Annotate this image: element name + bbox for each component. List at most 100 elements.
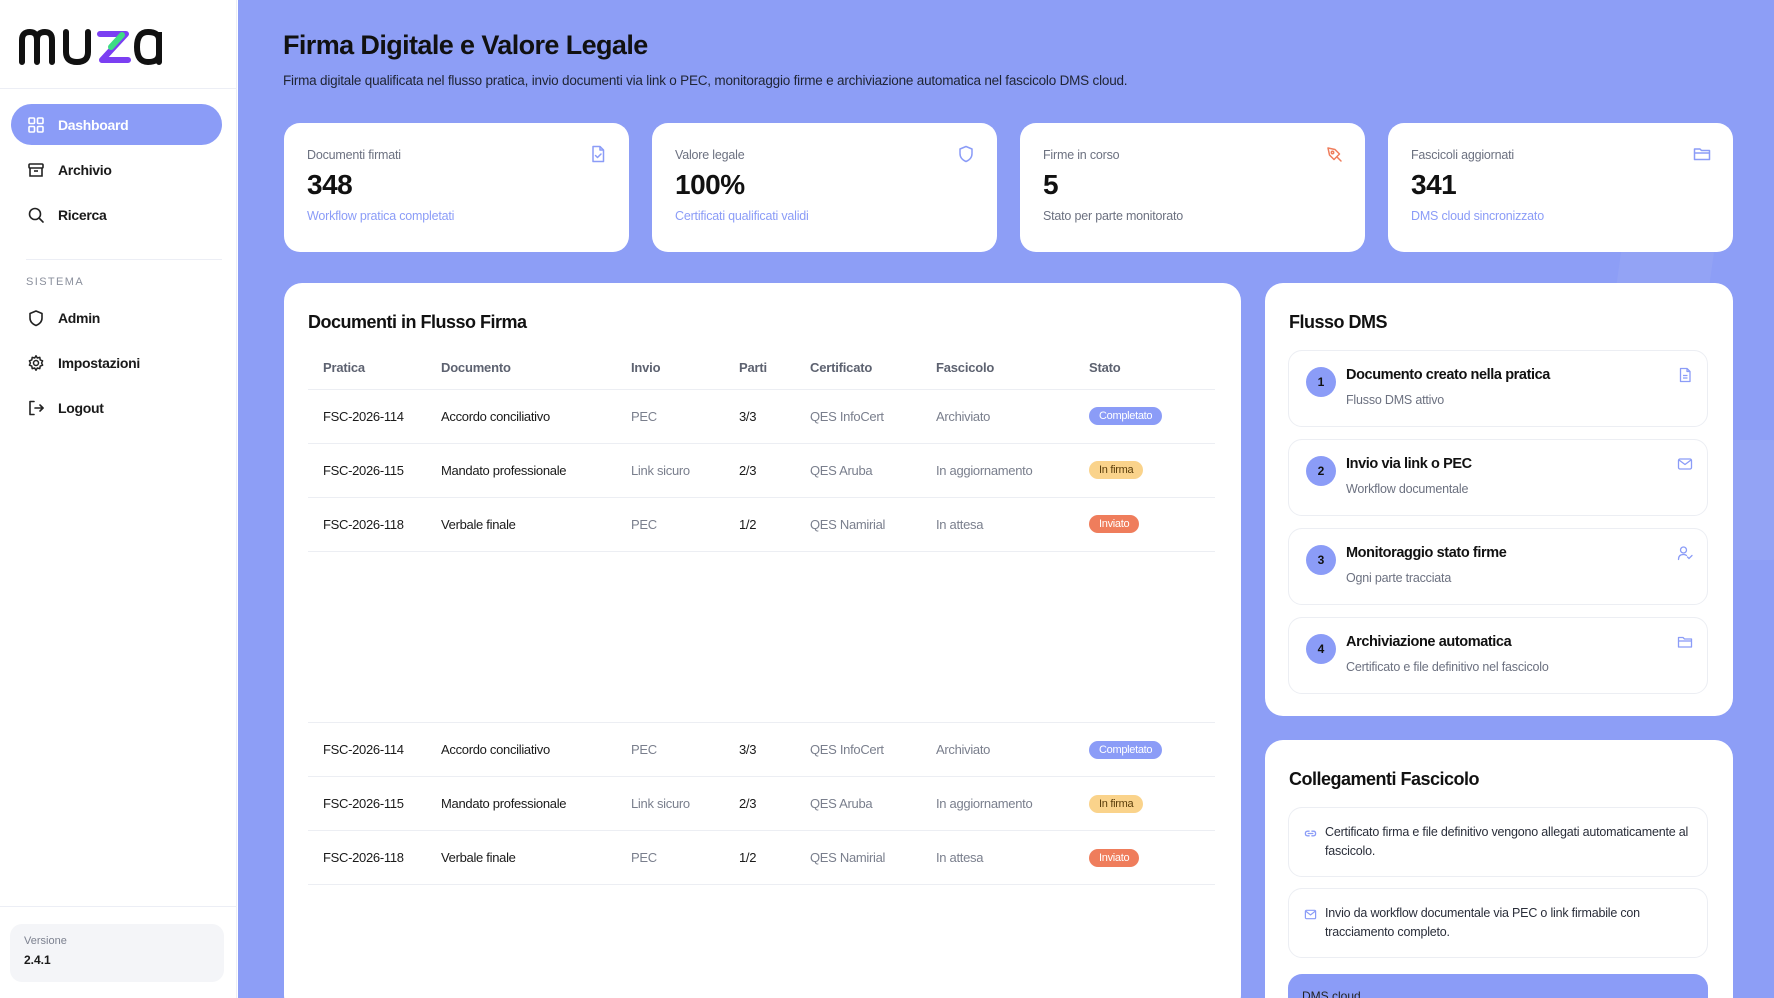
stat-value: 5 [1043,169,1059,200]
stat-card-documenti-firmati[interactable]: Documenti firmati 348 Workflow pratica c… [284,123,629,252]
flow-panel: Flusso DMS 1 Documento creato nella prat… [1265,283,1733,716]
shield-icon [959,145,973,163]
sidebar-item-logout[interactable]: Logout [11,387,222,428]
column-header-documento[interactable]: Documento [441,347,631,390]
cell-invio: PEC [631,722,739,777]
table-row[interactable]: FSC-2026-115 Mandato professionale Link … [308,443,1215,498]
sidebar-item-ricerca[interactable]: Ricerca [11,194,222,235]
step-number: 1 [1306,367,1336,397]
cell-documento: Verbale finale [441,497,631,552]
stat-label: Firme in corso [1043,148,1120,162]
stat-label: Fascicoli aggiornati [1411,148,1514,162]
cell-stato: Completato [1089,389,1215,444]
table-row[interactable]: FSC-2026-118 Verbale finale PEC 1/2 QES … [308,830,1215,885]
cell-parti: 3/3 [739,722,810,777]
cell-certificato: QES Namirial [810,830,936,885]
cell-pratica: FSC-2026-114 [308,389,441,444]
cell-parti: 2/3 [739,443,810,498]
dms-cloud-button[interactable]: DMS cloud [1288,974,1708,998]
flow-step-2[interactable]: 2 Invio via link o PEC Workflow document… [1288,439,1708,516]
column-header-parti[interactable]: Parti [739,347,810,390]
step-title: Invio via link o PEC [1346,456,1472,472]
shield-icon [26,308,46,328]
document-check-icon [592,145,605,163]
sidebar-item-label: Impostazioni [58,354,140,371]
logout-icon [26,398,46,418]
muza-logo[interactable] [18,22,198,66]
section-label-sistema: SISTEMA [26,276,85,288]
cell-fascicolo: In attesa [936,497,1089,552]
table-row[interactable]: FSC-2026-118 Verbale finale PEC 1/2 QES … [308,497,1215,552]
stat-card-fascicoli-aggiornati[interactable]: Fascicoli aggiornati 341 DMS cloud sincr… [1388,123,1733,252]
cell-parti: 1/2 [739,497,810,552]
sidebar-item-admin[interactable]: Admin [11,297,222,338]
cell-invio: PEC [631,389,739,444]
cell-invio: PEC [631,830,739,885]
table-header-row: Pratica Documento Invio Parti Certificat… [308,347,1215,390]
sidebar-item-label: Dashboard [58,116,129,133]
step-title: Documento creato nella pratica [1346,367,1550,383]
flow-step-4[interactable]: 4 Archiviazione automatica Certificato e… [1288,617,1708,694]
link-text: Certificato firma e file definitivo veng… [1325,825,1689,858]
documents-panel: Documenti in Flusso Firma Pratica Docume… [284,283,1241,998]
column-header-certificato[interactable]: Certificato [810,347,936,390]
sidebar-footer-divider [0,906,237,907]
column-header-stato[interactable]: Stato [1089,347,1215,390]
sidebar-item-impostazioni[interactable]: Impostazioni [11,342,222,383]
sidebar-item-label: Ricerca [58,206,107,223]
flow-step-3[interactable]: 3 Monitoraggio stato firme Ogni parte tr… [1288,528,1708,605]
cell-pratica: FSC-2026-118 [308,497,441,552]
cell-stato: Inviato [1089,830,1215,885]
sidebar-item-dashboard[interactable]: Dashboard [11,104,222,145]
cell-certificato: QES Aruba [810,776,936,831]
stat-note: DMS cloud sincronizzato [1411,209,1544,223]
dms-cloud-label: DMS cloud [1302,989,1361,998]
cell-fascicolo: In aggiornamento [936,776,1089,831]
table-row[interactable]: FSC-2026-114 Accordo conciliativo PEC 3/… [308,389,1215,444]
cell-fascicolo: Archiviato [936,389,1089,444]
search-icon [26,205,46,225]
stat-card-valore-legale[interactable]: Valore legale 100% Certificati qualifica… [652,123,997,252]
stat-card-firme-in-corso[interactable]: Firme in corso 5 Stato per parte monitor… [1020,123,1365,252]
cell-certificato: QES Aruba [810,443,936,498]
column-header-pratica[interactable]: Pratica [308,347,441,390]
mail-icon [1304,909,1317,920]
stat-note: Certificati qualificati validi [675,209,809,223]
cell-invio: Link sicuro [631,443,739,498]
gear-icon [26,353,46,373]
link-item[interactable]: Invio da workflow documentale via PEC o … [1288,888,1708,958]
step-subtitle: Workflow documentale [1346,482,1469,496]
status-badge: Inviato [1089,515,1140,533]
links-panel: Collegamenti Fascicolo Certificato firma… [1265,740,1733,998]
panel-title: Collegamenti Fascicolo [1289,769,1480,789]
folder-icon [1677,636,1693,648]
version-value: 2.4.1 [24,953,51,967]
table-row[interactable]: FSC-2026-114 Accordo conciliativo PEC 3/… [308,722,1215,777]
panel-title: Flusso DMS [1289,312,1388,332]
table-row[interactable]: FSC-2026-115 Mandato professionale Link … [308,776,1215,831]
cell-certificato: QES InfoCert [810,389,936,444]
cell-documento: Accordo conciliativo [441,722,631,777]
sidebar-item-archivio[interactable]: Archivio [11,149,222,190]
cell-documento: Accordo conciliativo [441,389,631,444]
cell-invio: Link sicuro [631,776,739,831]
flow-step-1[interactable]: 1 Documento creato nella pratica Flusso … [1288,350,1708,427]
step-number: 2 [1306,456,1336,486]
column-header-invio[interactable]: Invio [631,347,739,390]
status-badge: In firma [1089,794,1144,813]
link-item[interactable]: Certificato firma e file definitivo veng… [1288,807,1708,877]
status-badge: Completato [1089,740,1163,759]
stat-label: Valore legale [675,148,745,162]
cell-documento: Mandato professionale [441,776,631,831]
cell-pratica: FSC-2026-115 [308,443,441,498]
link-icon [1304,830,1317,837]
documents-table: Pratica Documento Invio Parti Certificat… [308,347,1215,552]
stat-label: Documenti firmati [307,148,401,162]
column-header-fascicolo[interactable]: Fascicolo [936,347,1089,390]
cell-stato: In firma [1089,443,1215,498]
page-title: Firma Digitale e Valore Legale [283,30,648,60]
step-subtitle: Certificato e file definitivo nel fascic… [1346,660,1549,674]
sidebar-divider [0,88,237,89]
step-title: Monitoraggio stato firme [1346,545,1507,561]
cell-certificato: QES InfoCert [810,722,936,777]
